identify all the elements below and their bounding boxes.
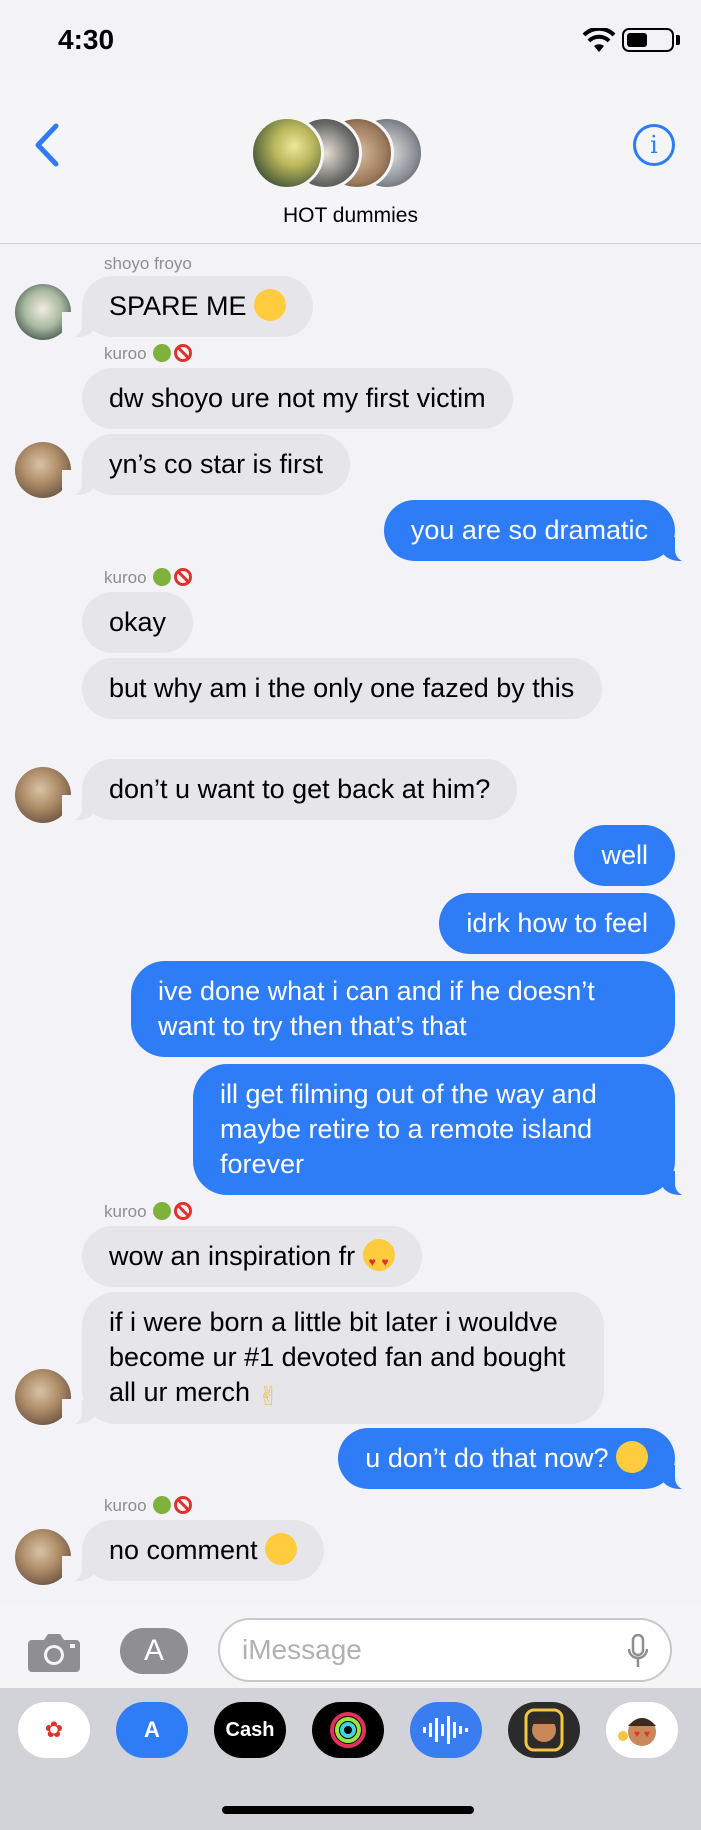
message-bubble[interactable]: well xyxy=(574,825,675,886)
prohibited-icon xyxy=(173,1496,192,1514)
message-input[interactable] xyxy=(242,1628,602,1672)
camera-icon[interactable] xyxy=(26,1630,82,1674)
nauseated-face-icon xyxy=(152,1202,171,1220)
smiling-face-icon xyxy=(265,1533,298,1565)
message-bubble[interactable]: yn’s co star is first xyxy=(61,434,351,496)
sender-name: shoyo froyo xyxy=(104,254,192,273)
group-avatar-stack[interactable] xyxy=(250,116,430,190)
back-chevron-icon[interactable] xyxy=(30,122,64,168)
microphone-icon[interactable] xyxy=(628,1634,648,1668)
message-bubble[interactable]: ill get filming out of the way and maybe… xyxy=(193,1064,695,1196)
nauseated-face-icon xyxy=(152,1496,171,1514)
battery-icon xyxy=(622,28,674,52)
battery-cap xyxy=(676,35,680,45)
message-bubble[interactable]: don’t u want to get back at him? xyxy=(61,759,518,821)
prohibited-icon xyxy=(173,344,192,362)
memoji-icon[interactable] xyxy=(508,1702,580,1758)
prohibited-icon xyxy=(173,1202,192,1220)
apple-cash-icon[interactable]: Cash xyxy=(214,1702,286,1758)
nauseated-face-icon xyxy=(152,568,171,586)
message-thread: shoyo froyo SPARE ME kuroo dw shoyo ure … xyxy=(0,244,701,1604)
info-icon[interactable]: i xyxy=(633,124,675,166)
svg-text:♥: ♥ xyxy=(634,1729,640,1740)
app-store-drawer-icon[interactable]: A xyxy=(116,1702,188,1758)
sender-name: kuroo xyxy=(104,1496,192,1516)
raised-eyebrow-face-icon xyxy=(616,1441,648,1473)
message-bubble[interactable]: dw shoyo ure not my first victim xyxy=(82,368,513,429)
activity-icon[interactable] xyxy=(312,1702,384,1758)
svg-text:♥: ♥ xyxy=(644,1729,650,1740)
wifi-icon xyxy=(582,28,616,52)
crossed-fingers-icon: ✌ xyxy=(257,1381,280,1411)
message-bubble[interactable]: ive done what i can and if he doesn’t wa… xyxy=(131,961,675,1057)
sender-name: kuroo xyxy=(104,1202,192,1222)
anxious-sweat-face-icon xyxy=(254,289,287,321)
sender-name: kuroo xyxy=(104,344,192,364)
home-indicator[interactable] xyxy=(222,1806,474,1814)
message-bubble[interactable]: but why am i the only one fazed by this xyxy=(82,658,602,719)
message-bubble[interactable]: u don’t do that now? xyxy=(338,1428,695,1490)
photos-icon[interactable]: ✿ xyxy=(18,1702,90,1758)
audio-message-icon[interactable] xyxy=(410,1702,482,1758)
status-bar: 4:30 xyxy=(0,0,701,80)
message-bubble[interactable]: you are so dramatic xyxy=(383,500,696,562)
group-name[interactable]: HOT dummies xyxy=(0,204,701,228)
app-drawer: ✿ A Cash ♥ ♥ xyxy=(0,1688,701,1830)
nauseated-face-icon xyxy=(152,344,171,362)
message-bubble[interactable]: wow an inspiration fr xyxy=(82,1226,422,1287)
message-bubble[interactable]: idrk how to feel xyxy=(439,893,675,954)
message-bubble[interactable]: no comment xyxy=(61,1520,325,1582)
conversation-header: HOT dummies i xyxy=(0,80,701,244)
status-time: 4:30 xyxy=(58,24,115,55)
sender-name: kuroo xyxy=(104,568,192,588)
group-avatar-1 xyxy=(250,116,324,190)
compose-bar: A xyxy=(0,1604,701,1688)
message-bubble[interactable]: SPARE ME xyxy=(61,276,314,338)
message-field[interactable] xyxy=(218,1618,672,1682)
message-bubble[interactable]: if i were born a little bit later i woul… xyxy=(62,1292,604,1425)
prohibited-icon xyxy=(173,568,192,586)
app-store-icon[interactable]: A xyxy=(120,1628,188,1674)
heart-eyes-face-icon xyxy=(362,1239,395,1280)
message-bubble[interactable]: okay xyxy=(82,592,194,653)
memoji-stickers-icon[interactable]: ♥ ♥ xyxy=(606,1702,678,1758)
